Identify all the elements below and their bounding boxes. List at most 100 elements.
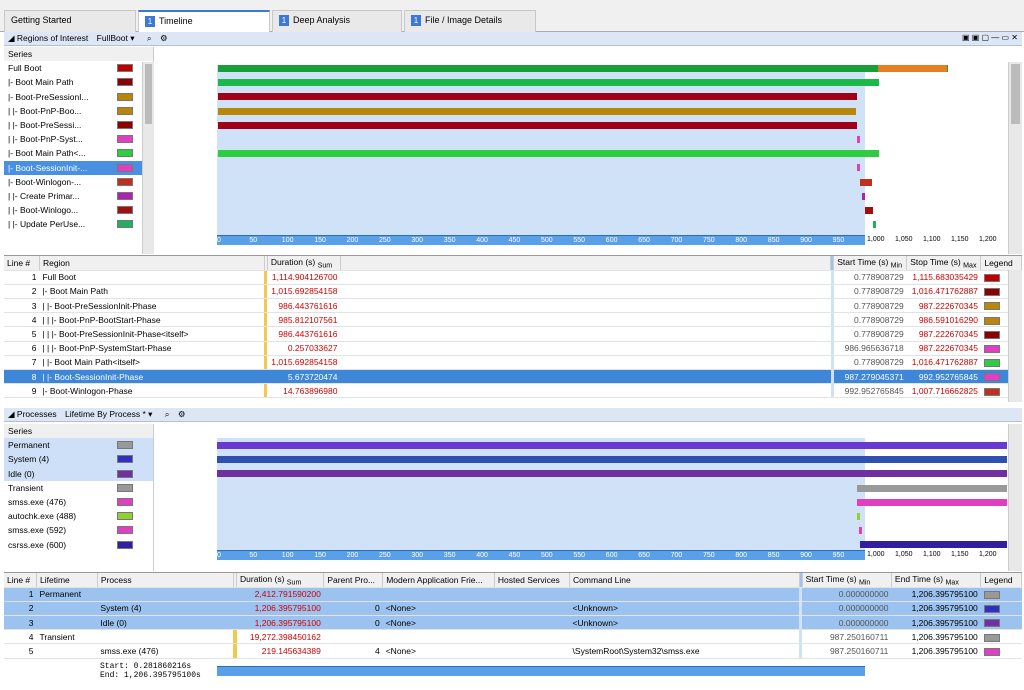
table-row[interactable]: 2 |- Boot Main Path 1,015.692854158 0.77890… [4, 284, 1022, 300]
process-bar[interactable] [857, 513, 861, 520]
table-row[interactable]: 7 | |- Boot Main Path<itself> 1,015.692854… [4, 355, 1022, 371]
axis-tick-label: 250 [379, 552, 391, 559]
table-row[interactable]: 1 Permanent 2,412.791590200 0.000000000 1,20… [4, 587, 1022, 602]
bottom-time-ruler[interactable] [217, 666, 865, 676]
series-item[interactable]: |- Boot Main Path<... [4, 146, 153, 160]
roi-graph-scrollbar[interactable] [1008, 62, 1022, 254]
table-row[interactable]: 2 System (4) 1,206.395795100 0 <None> <Unknow… [4, 601, 1022, 617]
table-row[interactable]: 4 Transient 19,272.398450162 987.250160711 1… [4, 629, 1022, 645]
series-item[interactable]: | |- Boot-PnP-Boo... [4, 104, 153, 118]
col-line[interactable]: Line # [4, 573, 37, 588]
col-hosted-services[interactable]: Hosted Services [494, 573, 571, 588]
proc-timeline-graph[interactable]: 0 50 100 150 200 250 300 350 400 450 500 550 600 650 7… [155, 424, 1008, 571]
col-legend[interactable]: Legend [980, 256, 1022, 271]
gear-icon[interactable]: ⚙ [178, 409, 186, 419]
series-item[interactable]: csrss.exe (600) [4, 538, 153, 552]
region-bar[interactable] [217, 93, 857, 101]
gear-icon[interactable]: ⚙ [160, 33, 168, 43]
cell-line: 3 [4, 615, 37, 631]
axis-tick-label: 200 [346, 552, 359, 559]
table-row[interactable]: 3 | |- Boot-PreSessionInit-Phase 986.44376… [4, 298, 1022, 314]
process-bar[interactable] [217, 470, 1007, 478]
time-ruler[interactable]: 0 50 100 150 200 250 300 350 400 450 500 550 600 650 7… [217, 550, 865, 560]
tab-getting-started[interactable]: Getting Started [4, 10, 136, 32]
region-bar[interactable] [872, 221, 876, 229]
series-item[interactable]: Permanent [4, 438, 153, 453]
process-bar[interactable] [217, 456, 1007, 464]
series-item[interactable]: | |- Boot-PreSessi... [4, 118, 153, 132]
search-icon[interactable]: ⌕ [165, 409, 170, 419]
search-icon[interactable]: ⌕ [147, 33, 152, 43]
table-row[interactable]: 9 |- Boot-Winlogon-Phase 14.763896980 992.9… [4, 383, 1022, 399]
region-bar[interactable] [865, 207, 873, 214]
roi-panel-header: ◢ Regions of Interest FullBoot ▾ ⌕ ⚙ ▣ ▣… [4, 32, 1022, 46]
table-row[interactable]: 1 Full Boot 1,114.904126700 0.778908729 1,11… [4, 270, 1022, 285]
col-lifetime[interactable]: Lifetime [36, 573, 98, 588]
roi-table-scrollbar[interactable] [1008, 270, 1022, 402]
collapse-icon[interactable]: ◢ [8, 33, 15, 43]
region-bar[interactable] [217, 65, 948, 72]
region-bar[interactable] [856, 164, 861, 172]
series-item[interactable]: |- Boot-Winlogon-... [4, 175, 153, 189]
tab-timeline[interactable]: 1 Timeline [138, 10, 270, 33]
col-duration[interactable]: Duration (s) Sum [267, 256, 341, 271]
series-item[interactable]: | |- Update PerUse... [4, 217, 153, 231]
col-start[interactable]: Start Time (s) Min [833, 256, 908, 271]
series-item[interactable]: Full Boot [4, 61, 153, 75]
col-start[interactable]: Start Time (s) Min [802, 573, 892, 588]
series-item[interactable]: smss.exe (592) [4, 523, 153, 537]
proc-graph-scrollbar[interactable] [1008, 424, 1022, 571]
time-ruler[interactable]: 0 50 100 150 200 250 300 350 400 450 500 550 600 650 7… [217, 235, 865, 245]
col-end[interactable]: End Time (s) Max [891, 573, 982, 588]
region-bar[interactable] [878, 65, 948, 72]
table-row[interactable]: 5 smss.exe (476) 219.145634389 4 <None> \Syst… [4, 643, 1022, 659]
table-row[interactable]: 4 | | |- Boot-PnP-BootStart-Phase 985.8121… [4, 312, 1022, 328]
roi-preset-dropdown[interactable]: FullBoot ▾ [97, 33, 135, 43]
col-stop[interactable]: Stop Time (s) Max [906, 256, 982, 271]
series-item[interactable]: |- Boot Main Path [4, 75, 153, 89]
process-bar[interactable] [858, 527, 862, 535]
col-parent[interactable]: Parent Pro... [323, 573, 384, 588]
window-controls[interactable]: ▣ ▣ ▢ — ▭ ✕ [962, 33, 1018, 42]
col-legend[interactable]: Legend [980, 573, 1022, 588]
table-row[interactable]: 8 | |- Boot-SessionInit-Phase 5.673720474 9… [4, 369, 1022, 385]
collapse-icon[interactable]: ◢ [8, 409, 15, 419]
roi-series-scrollbar[interactable] [142, 62, 154, 254]
col-command-line[interactable]: Command Line [569, 573, 800, 588]
tab-deep-analysis[interactable]: 1 Deep Analysis [272, 10, 402, 32]
table-row[interactable]: 3 Idle (0) 1,206.395795100 0 <None> <Unknown>… [4, 615, 1022, 631]
series-item[interactable]: autochk.exe (488) [4, 509, 153, 523]
col-region[interactable]: Region [39, 256, 265, 271]
process-bar[interactable] [217, 442, 1007, 449]
series-item[interactable]: Idle (0) [4, 466, 153, 481]
series-item[interactable]: | |- Create Primar... [4, 189, 153, 203]
col-modern-app[interactable]: Modern Application Frie... [382, 573, 495, 588]
series-item[interactable]: | |- Boot-PnP-Syst... [4, 132, 153, 146]
series-item[interactable]: | |- Boot-Winlogo... [4, 203, 153, 217]
process-bar[interactable] [859, 541, 1007, 549]
table-row[interactable]: 6 | | |- Boot-PnP-SystemStart-Phase 0.2570… [4, 341, 1022, 356]
col-line[interactable]: Line # [4, 256, 40, 271]
region-bar[interactable] [217, 121, 857, 129]
series-header: Series [4, 47, 153, 62]
proc-preset-dropdown[interactable]: Lifetime By Process * ▾ [65, 409, 152, 419]
col-duration[interactable]: Duration (s) Sum [236, 573, 325, 588]
col-process[interactable]: Process [97, 573, 234, 588]
region-bar[interactable] [861, 192, 865, 200]
region-bar[interactable] [217, 107, 857, 115]
roi-timeline-graph[interactable]: 0 50 100 150 200 250 300 350 400 450 500 550 600 650 7… [155, 47, 1008, 254]
series-item[interactable]: smss.exe (476) [4, 495, 153, 509]
proc-panel-header: ◢ Processes Lifetime By Process * ▾ ⌕ ⚙ [4, 408, 1022, 422]
series-item[interactable]: |- Boot-PreSessionI... [4, 90, 153, 104]
series-item[interactable]: System (4) [4, 452, 153, 467]
process-bar[interactable] [856, 498, 1007, 506]
tab-file-image-details[interactable]: 1 File / Image Details [404, 10, 536, 32]
region-bar[interactable] [856, 136, 860, 143]
series-item[interactable]: Transient [4, 481, 153, 495]
region-bar[interactable] [860, 178, 873, 186]
series-item[interactable]: |- Boot-SessionInit-... [4, 160, 153, 175]
region-bar[interactable] [217, 79, 879, 87]
region-bar[interactable] [217, 150, 879, 158]
table-row[interactable]: 5 | | |- Boot-PreSessionInit-Phase<itself… [4, 326, 1022, 342]
process-bar[interactable] [856, 484, 1007, 492]
